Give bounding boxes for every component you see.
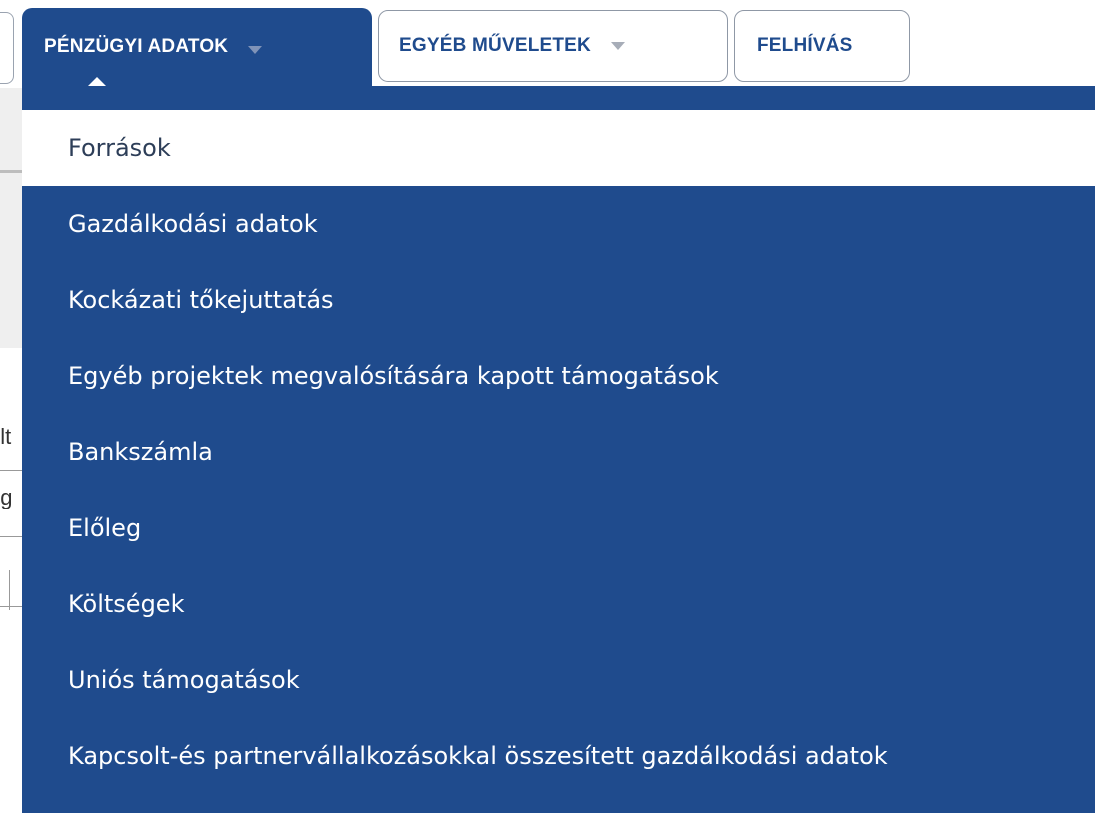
background-field-border: [0, 536, 24, 537]
menu-item-label: Uniós támogatások: [68, 666, 300, 694]
background-field-border: [9, 570, 10, 610]
background-field-border: [0, 606, 24, 607]
tab-label: FELHÍVÁS: [757, 35, 853, 56]
tab-label: EGYÉB MŰVELETEK: [399, 35, 591, 56]
tab-previous-edge[interactable]: [0, 12, 14, 84]
menu-item-forrasok[interactable]: Források: [22, 110, 1095, 186]
menu-item-label: Költségek: [68, 590, 185, 618]
tab-label: PÉNZÜGYI ADATOK: [44, 36, 229, 57]
tab-bar: PÉNZÜGYI ADATOK EGYÉB MŰVELETEK FELHÍVÁS: [0, 0, 1095, 98]
background-divider: [0, 170, 24, 173]
page: olt ég PÉNZÜGYI ADATOK EGYÉB MŰVELETEK F…: [0, 0, 1095, 813]
menu-item-label: Gazdálkodási adatok: [68, 210, 318, 238]
chevron-down-icon: [610, 42, 625, 50]
menu-item-label: Kapcsolt-és partnervállalkozásokkal össz…: [68, 742, 888, 770]
background-field-border: [0, 470, 24, 471]
penzugyi-adatok-dropdown-menu: Források Gazdálkodási adatok Kockázati t…: [22, 110, 1095, 813]
dropdown-header-band: [22, 86, 1095, 110]
menu-item-label: Egyéb projektek megvalósítására kapott t…: [68, 362, 719, 390]
menu-item-gazdalkodasi-adatok[interactable]: Gazdálkodási adatok: [22, 186, 1095, 262]
menu-item-kockazati-tokejuttatas[interactable]: Kockázati tőkejuttatás: [22, 262, 1095, 338]
background-text-fragment: olt: [0, 426, 12, 448]
menu-item-eloleg[interactable]: Előleg: [22, 490, 1095, 566]
background-panel: [0, 88, 24, 348]
menu-item-label: Kockázati tőkejuttatás: [68, 286, 334, 314]
menu-item-bankszamla[interactable]: Bankszámla: [22, 414, 1095, 490]
caret-up-icon: [88, 77, 106, 86]
background-text-fragment: ég: [0, 487, 13, 509]
menu-item-koltsegek[interactable]: Költségek: [22, 566, 1095, 642]
tab-egyeb-muveletek[interactable]: EGYÉB MŰVELETEK: [378, 10, 728, 82]
tab-penzugyi-adatok[interactable]: PÉNZÜGYI ADATOK: [22, 8, 372, 98]
menu-item-unios-tamogatasok[interactable]: Uniós támogatások: [22, 642, 1095, 718]
menu-item-label: Bankszámla: [68, 438, 213, 466]
menu-item-label: Források: [68, 134, 171, 162]
menu-item-egyeb-projektek-tamogatasok[interactable]: Egyéb projektek megvalósítására kapott t…: [22, 338, 1095, 414]
menu-item-label: Előleg: [68, 514, 142, 542]
tab-felhivas[interactable]: FELHÍVÁS: [734, 10, 910, 82]
menu-item-kapcsolt-partnervallalkozasok[interactable]: Kapcsolt-és partnervállalkozásokkal össz…: [22, 718, 1095, 794]
chevron-down-icon: [248, 46, 263, 54]
